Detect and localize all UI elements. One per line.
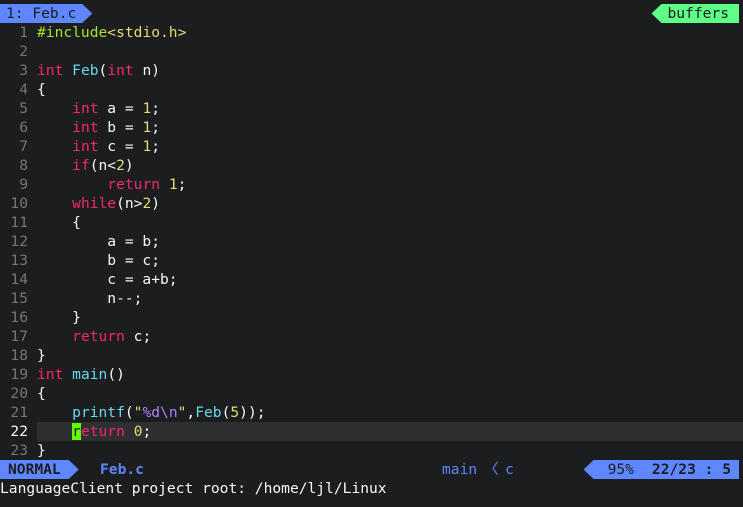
tabline: 1: Feb.c buffers bbox=[0, 4, 743, 23]
command-line[interactable]: LanguageClient project root: /home/ljl/L… bbox=[0, 479, 387, 498]
editor-buffer[interactable]: 1 #include<stdio.h> 2 3 int Feb(int n) 4{ … bbox=[0, 23, 743, 460]
tab-feb-c[interactable]: 1: Feb.c bbox=[0, 4, 92, 23]
line-number: 15 bbox=[10, 290, 28, 307]
line-number: 8 bbox=[19, 157, 28, 174]
line-code: } bbox=[37, 347, 46, 364]
code-line: 7 int c = 1; bbox=[0, 137, 743, 156]
line-number: 7 bbox=[19, 138, 28, 155]
code-line-current: 22 return 0; bbox=[0, 422, 743, 441]
statusline: NORMAL Feb.c main 〈 c 95% 22/23 : 5 bbox=[0, 460, 743, 479]
line-code: { bbox=[37, 214, 81, 231]
line-number: 11 bbox=[10, 214, 28, 231]
status-function: main bbox=[442, 461, 478, 478]
line-number: 12 bbox=[10, 233, 28, 250]
line-code: return c; bbox=[72, 328, 152, 345]
line-number: 13 bbox=[10, 252, 28, 269]
code-line: 18} bbox=[0, 346, 743, 365]
line-number: 23 bbox=[10, 442, 28, 459]
line-number: 17 bbox=[10, 328, 28, 345]
line-code: int Feb(int n) bbox=[37, 62, 161, 79]
code-line: 20 { bbox=[0, 384, 743, 403]
line-number: 6 bbox=[19, 119, 28, 136]
code-line: 3 int Feb(int n) bbox=[0, 61, 743, 80]
line-number: 16 bbox=[10, 309, 28, 326]
line-code: int b = 1; bbox=[72, 119, 161, 136]
line-code: { bbox=[37, 81, 46, 98]
line-code: int a = 1; bbox=[72, 100, 161, 117]
status-filename: Feb.c bbox=[100, 461, 144, 478]
line-code: n--; bbox=[37, 290, 143, 307]
line-code: return 1; bbox=[107, 176, 187, 193]
line-number: 2 bbox=[19, 43, 28, 60]
code-line: 9 return 1; bbox=[0, 175, 743, 194]
code-line: 11 { bbox=[0, 213, 743, 232]
line-number: 10 bbox=[10, 195, 28, 212]
line-code: if(n<2) bbox=[72, 157, 134, 174]
status-position-block: 95% 22/23 : 5 bbox=[583, 460, 739, 479]
line-code: #include<stdio.h> bbox=[37, 24, 187, 41]
code-line: 12 a = b; bbox=[0, 232, 743, 251]
code-line: 4{ bbox=[0, 80, 743, 99]
code-line: 8 if(n<2) bbox=[0, 156, 743, 175]
line-code: return 0; bbox=[37, 422, 743, 441]
line-code: c = a+b; bbox=[37, 271, 178, 288]
line-number: 18 bbox=[10, 347, 28, 364]
status-percent: 95% bbox=[607, 461, 634, 478]
line-code: int c = 1; bbox=[72, 138, 161, 155]
code-line: 17 return c; bbox=[0, 327, 743, 346]
code-line: 1 #include<stdio.h> bbox=[0, 23, 743, 42]
line-code: } bbox=[37, 309, 81, 326]
code-line: 19 int main() bbox=[0, 365, 743, 384]
line-code: { bbox=[37, 385, 46, 402]
line-number: 14 bbox=[10, 271, 28, 288]
code-line: 21 printf("%d\n",Feb(5)); bbox=[0, 403, 743, 422]
line-number: 1 bbox=[19, 24, 28, 41]
line-code: int main() bbox=[37, 366, 125, 383]
chevron-left-icon: 〈 bbox=[484, 461, 499, 478]
code-line: 6 int b = 1; bbox=[0, 118, 743, 137]
line-code: a = b; bbox=[37, 233, 161, 250]
status-cursor-position: 22/23 : 5 bbox=[651, 461, 731, 478]
code-line: 15 n--; bbox=[0, 289, 743, 308]
line-code: printf("%d\n",Feb(5)); bbox=[72, 404, 266, 421]
line-code: while(n>2) bbox=[72, 195, 161, 212]
status-filetype: c bbox=[505, 461, 514, 478]
line-number: 3 bbox=[19, 62, 28, 79]
line-number: 19 bbox=[10, 366, 28, 383]
line-number: 9 bbox=[19, 176, 28, 193]
code-line: 16 } bbox=[0, 308, 743, 327]
line-number: 21 bbox=[10, 404, 28, 421]
code-line: 2 bbox=[0, 42, 743, 61]
code-line: 13 b = c; bbox=[0, 251, 743, 270]
line-number: 22 bbox=[10, 423, 28, 440]
line-number: 5 bbox=[19, 100, 28, 117]
line-code: b = c; bbox=[37, 252, 161, 269]
line-code: } bbox=[37, 442, 46, 459]
line-number: 4 bbox=[19, 81, 28, 98]
code-line: 10 while(n>2) bbox=[0, 194, 743, 213]
line-number: 20 bbox=[10, 385, 28, 402]
code-line: 5 int a = 1; bbox=[0, 99, 743, 118]
mode-indicator: NORMAL bbox=[0, 460, 79, 479]
code-line: 14 c = a+b; bbox=[0, 270, 743, 289]
buffers-label: buffers bbox=[651, 4, 739, 23]
text-cursor: r bbox=[72, 423, 81, 440]
code-line: 23} bbox=[0, 441, 743, 460]
